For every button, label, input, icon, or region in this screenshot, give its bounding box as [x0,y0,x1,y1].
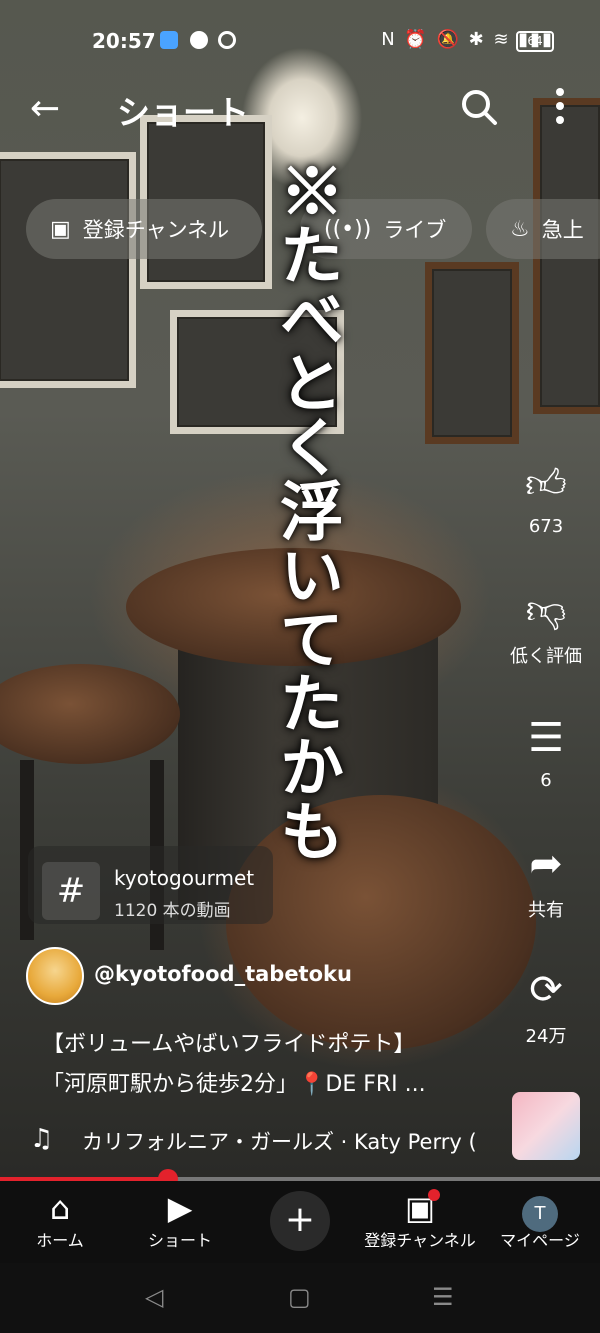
system-navigation-bar: ◁ ▢ ☰ [0,1263,600,1333]
chip-label: 急上 [541,218,584,242]
google-icon [218,31,236,49]
nav-home-label: ホーム [36,1231,84,1250]
music-note-icon: ♫ [30,1124,54,1154]
battery-icon: 64 [516,31,554,52]
hashtag-icon: # [42,862,100,920]
app-notification-icon [160,31,178,49]
line-icon [190,31,208,49]
wall-frame [0,152,136,388]
system-recents-icon[interactable]: ☰ [432,1283,454,1311]
page-title: ショート [117,93,249,132]
more-vert-icon[interactable] [550,86,570,126]
comment-count: 6 [540,770,552,791]
back-arrow-icon[interactable]: ← [30,88,60,129]
system-home-icon[interactable]: ▢ [288,1283,311,1311]
album-art-thumbnail[interactable] [512,1092,580,1160]
dislike-label: 低く評価 [510,646,582,667]
chip-label: ライブ [383,218,447,242]
status-time: 20:57 [92,29,156,53]
nav-subscriptions-label: 登録チャンネル [364,1231,476,1250]
chip-trending[interactable]: ♨ 急上 [486,199,600,259]
status-bar: 20:57 N ⏰ 🔕 ✱ ≋ ▮▮▮ 64 [0,0,600,82]
nav-my-page-label: マイページ [500,1231,580,1250]
stool-left [0,664,180,764]
share-label: 共有 [528,900,564,921]
video-overlay-text: ※たべとく浮いてたかも [269,158,344,862]
share-button[interactable]: ➦ 共有 [508,840,584,922]
subscriptions-icon: ▣ [50,216,71,242]
like-count: 673 [528,516,564,537]
remix-button[interactable]: ⟳ 24万 [508,966,584,1048]
channel-handle[interactable]: @kyotofood_tabetoku [94,962,352,986]
comments-button[interactable]: ☰ 6 [508,714,584,791]
video-caption-line[interactable]: 「河原町駅から徒歩2分」📍DE FRI ... [42,1066,426,1098]
bottom-navigation: ⌂ ホーム ▶ ショート + ▣ 登録チャンネル T マイページ [0,1181,600,1263]
trending-icon: ♨ [510,216,530,242]
subscriptions-icon: ▣ [404,1189,436,1227]
search-icon[interactable] [460,88,498,126]
nav-subscriptions[interactable]: ▣ 登録チャンネル [360,1189,480,1251]
thumbs-down-icon: 👎︎ [525,587,567,633]
remix-count: 24万 [525,1026,567,1047]
home-icon: ⌂ [49,1189,71,1227]
music-track[interactable]: カリフォルニア・ガールズ · Katy Perry ( [82,1126,492,1156]
notification-dot [428,1189,440,1201]
video-caption-line[interactable]: 【ボリュームやばいフライドポテト】 [42,1026,415,1058]
hashtag-name: kyotogourmet [114,866,255,890]
thumbs-up-icon: 👍︎ [525,461,567,507]
wall-frame [425,262,519,444]
share-icon: ➦ [529,841,563,887]
system-back-icon[interactable]: ◁ [145,1283,163,1311]
hashtag-card[interactable]: # kyotogourmet 1120 本の動画 [28,846,273,924]
comment-icon: ☰ [528,715,564,761]
chip-subscriptions[interactable]: ▣ 登録チャンネル [26,199,262,259]
like-button[interactable]: 👍︎ 673 [508,460,584,537]
nav-shorts-label: ショート [147,1231,212,1250]
hashtag-video-count: 1120 本の動画 [114,901,231,921]
shorts-icon: ▶ [167,1189,193,1227]
chip-label: 登録チャンネル [82,218,230,242]
nav-shorts[interactable]: ▶ ショート [120,1189,240,1251]
create-button[interactable]: + [270,1191,330,1251]
channel-avatar[interactable] [26,947,84,1005]
nav-my-page[interactable]: T マイページ [480,1189,600,1251]
nav-home[interactable]: ⌂ ホーム [0,1189,120,1251]
remix-icon: ⟳ [529,967,563,1013]
dislike-button[interactable]: 👎︎ 低く評価 [508,586,584,668]
